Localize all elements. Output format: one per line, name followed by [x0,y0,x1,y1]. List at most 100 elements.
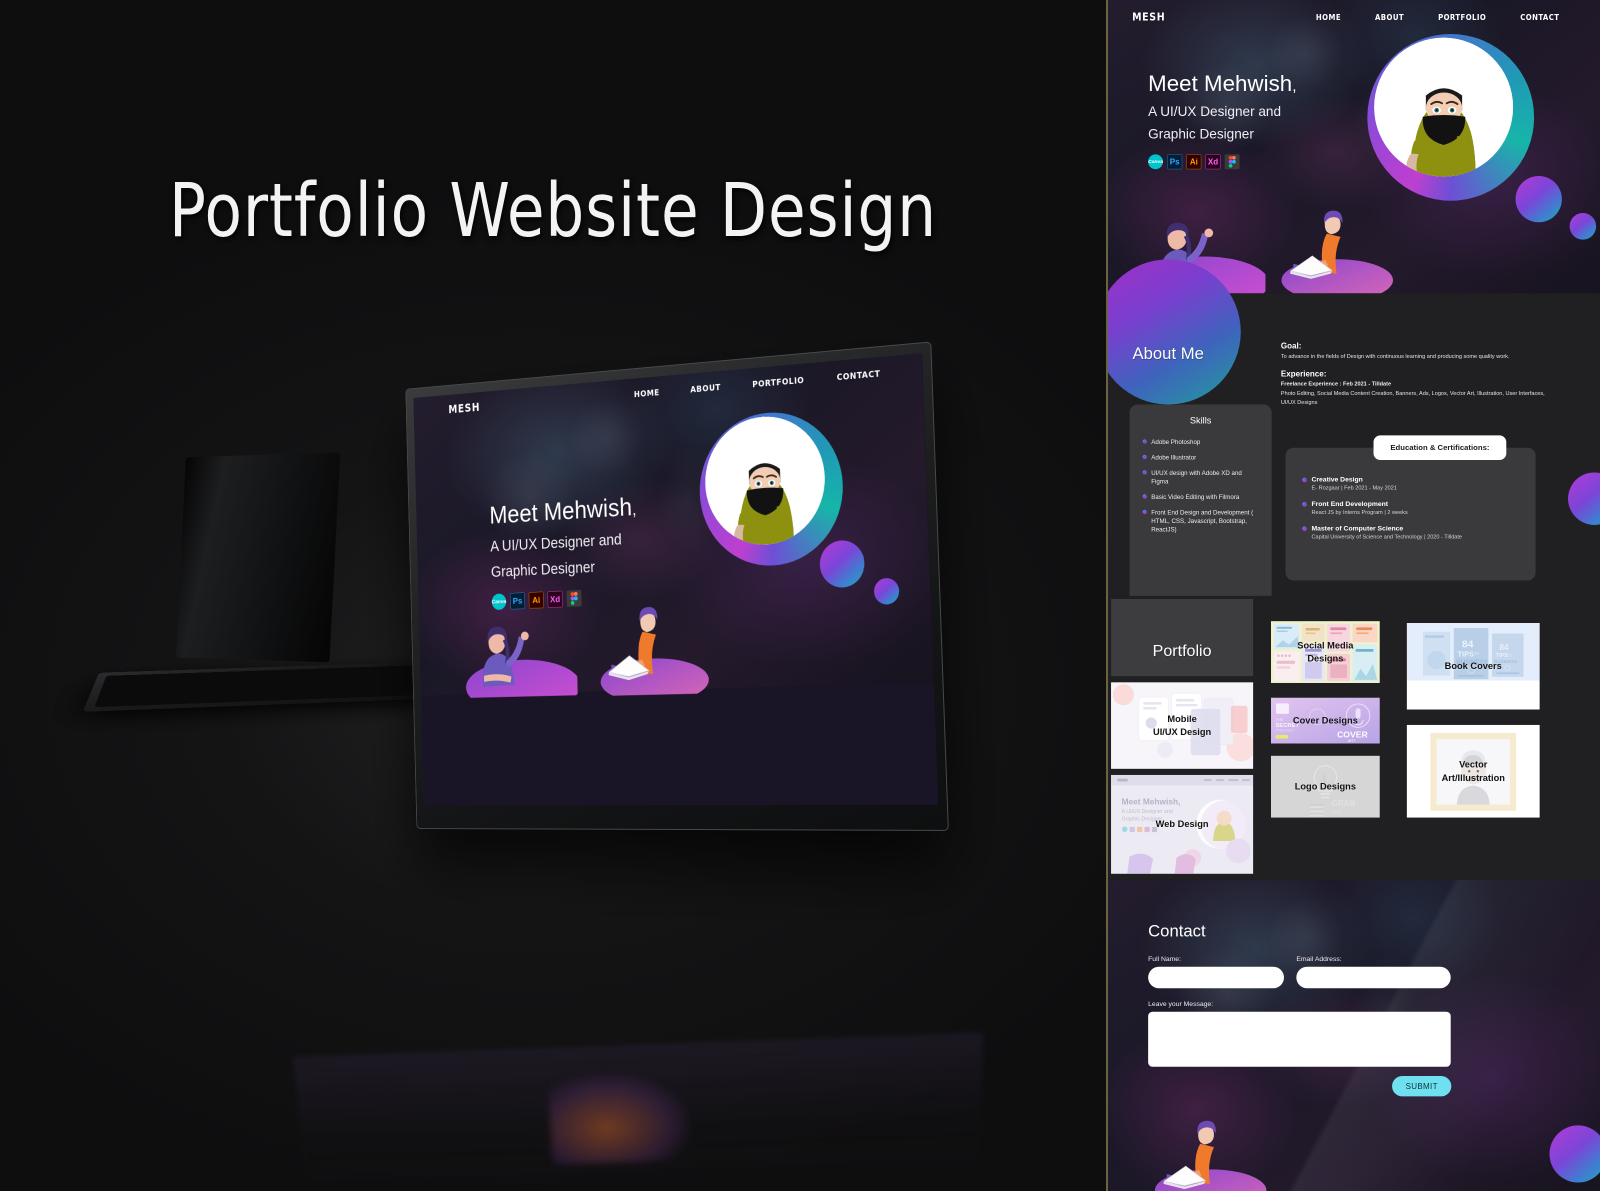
site-navbar-full: MESH HOME ABOUT PORTFOLIO CONTACT [1108,0,1600,34]
xd-icon-full[interactable]: Xd [1205,154,1221,170]
svg-text:Meet Mehwish,: Meet Mehwish, [1122,797,1181,807]
photoshop-icon-full[interactable]: Ps [1167,154,1183,170]
bullet-icon [1142,509,1147,515]
svg-text:THE: THE [1275,717,1283,722]
portfolio-heading-panel: Portfolio [1111,598,1254,677]
illustration-woman-laptop [600,606,710,697]
skill-label: UI/UX design with Adobe XD and Figma [1151,469,1242,486]
education-title-2: Master of Computer Science [1311,524,1404,532]
portfolio-card-caption: Web Design [1156,818,1209,831]
nav-link-portfolio-full[interactable]: PORTFOLIO [1438,13,1486,22]
svg-text:TO: TO [1508,653,1513,657]
portfolio-card-caption: Mobile UI/UX Design [1153,712,1211,739]
nav-link-home[interactable]: HOME [634,387,660,399]
nav-link-contact[interactable]: CONTACT [837,368,881,382]
skill-label: Basic Video Editing with Filmora [1151,493,1240,501]
caption-line-1: Vector [1459,759,1488,770]
full-name-value [1148,967,1284,981]
portfolio-card-cover-designs[interactable]: THE SECRET PODCAST COVER ART Cover Desig… [1271,697,1380,744]
skills-card: Skills Adobe Photoshop Adobe Illustrator… [1129,404,1272,609]
svg-text:TIPS: TIPS [1496,653,1509,659]
caption-line-2: Art/Illustration [1441,772,1505,783]
full-page-mockup: MESH HOME ABOUT PORTFOLIO CONTACT Meet M… [1106,0,1600,1191]
decor-blob-contact [1549,1125,1600,1183]
illustration-woman-cheering [465,626,578,699]
nav-link-contact-full[interactable]: CONTACT [1520,13,1559,22]
education-title-0: Creative Design [1311,475,1363,484]
caption-line-1: Social Media [1297,640,1354,651]
portfolio-card-caption: Vector Art/Illustration [1442,758,1505,785]
education-detail-0: E- Rozgaar | Feb 2021 - May 2021 [1311,484,1397,491]
experience-role: Freelance Experience : Feb 2021 - Tillda… [1280,380,1392,387]
svg-text:ART: ART [1348,738,1356,743]
nav-links-full: HOME ABOUT PORTFOLIO CONTACT [1316,13,1578,22]
avatar-full [1374,37,1514,177]
illustrator-icon-full[interactable]: Ai [1186,154,1202,170]
portfolio-card-caption: Cover Designs [1293,714,1358,727]
nav-link-portfolio[interactable]: PORTFOLIO [752,374,804,389]
section-contact: Contact Full Name: Email Address: Leave … [1108,879,1600,1191]
skill-label: Adobe Illustrator [1151,454,1197,461]
submit-button[interactable]: SUBMIT [1392,1075,1452,1097]
skill-label: Adobe Photoshop [1151,438,1201,446]
screen-site-hero: MESH HOME ABOUT PORTFOLIO CONTACT Meet M… [413,353,934,699]
svg-text:84: 84 [1499,643,1508,652]
full-name-label: Full Name: [1148,954,1181,963]
svg-text:GRAB: GRAB [1332,799,1356,808]
message-field[interactable] [1148,1011,1451,1067]
bullet-icon [1302,477,1307,483]
hero-heading-comma-full: , [1292,77,1297,95]
hero-heading-text-full: Meet Mehwish [1148,71,1293,97]
bullet-icon [1142,494,1147,499]
list-item: Creative Design E- Rozgaar | Feb 2021 - … [1302,475,1517,491]
list-item: UI/UX design with Adobe XD and Figma [1142,469,1259,486]
portfolio-card-logo-designs[interactable]: GRAB Inc Logo Designs [1271,755,1380,818]
education-title-1: Front End Development [1311,499,1389,508]
email-value [1296,967,1450,981]
svg-text:A UI/UX Designer and: A UI/UX Designer and [1122,809,1173,815]
decor-blob-large-full [1515,175,1562,223]
svg-text:PODCAST: PODCAST [1275,728,1295,733]
hero-subline-2: Graphic Designer [490,558,596,581]
caption-line-2: UI/UX Design [1153,727,1212,738]
list-item: Adobe Illustrator [1142,453,1259,462]
education-card: Creative Design E- Rozgaar | Feb 2021 - … [1285,447,1536,581]
caption-line-1: Logo Designs [1294,781,1356,792]
figma-icon-full[interactable] [1224,154,1240,170]
svg-text:TO: TO [1474,652,1479,656]
email-field[interactable] [1296,966,1451,989]
skill-label: Front End Design and Development ( HTML,… [1151,509,1254,534]
full-name-field[interactable] [1148,966,1284,989]
list-item: Master of Computer Science Capital Unive… [1302,524,1517,540]
monitor-mockup: MESH HOME ABOUT PORTFOLIO CONTACT Meet M… [405,341,949,831]
portfolio-card-vector-art[interactable]: Vector Art/Illustration [1406,724,1540,818]
nav-link-home-full[interactable]: HOME [1316,13,1341,22]
decor-blob-small-full [1569,213,1597,240]
nav-link-about[interactable]: ABOUT [690,382,721,395]
portfolio-card-social-media[interactable]: Social Media Designs [1271,621,1380,683]
nav-link-about-full[interactable]: ABOUT [1375,13,1404,22]
canva-icon-full[interactable]: Canva [1148,154,1163,170]
experience-label: Experience: [1280,369,1327,379]
portfolio-card-book-covers[interactable]: 84 TIPS TO BUSINESS 84 TIPS TO BUSINESS [1406,623,1540,710]
portfolio-card-caption: Book Covers [1445,660,1502,673]
contact-title: Contact [1148,921,1206,941]
goal-text: To advance in the fields of Design with … [1280,353,1510,360]
tool-icons-full: Canva Ps Ai Xd [1148,154,1296,170]
svg-text:TIPS: TIPS [1458,649,1475,658]
monitor-screen: MESH HOME ABOUT PORTFOLIO CONTACT Meet M… [413,353,939,806]
brand-logo-full[interactable]: MESH [1132,11,1165,23]
bullet-icon [1142,439,1147,444]
bullet-icon [1302,502,1307,507]
portfolio-card-mobile-ui[interactable]: Mobile UI/UX Design [1111,682,1254,769]
bullet-icon [1142,470,1147,475]
decor-blob-about [1568,472,1600,525]
hero-subline-1-full: A UI/UX Designer and [1148,103,1282,119]
hero-subline-1: A UI/UX Designer and [490,530,622,555]
list-item: Adobe Photoshop [1142,438,1259,447]
list-item: Front End Design and Development ( HTML,… [1142,508,1259,534]
hero-heading-full: Meet Mehwish, [1148,71,1296,96]
portfolio-card-web-design[interactable]: Meet Mehwish, A UI/UX Designer and Graph… [1111,774,1254,874]
brand-logo[interactable]: MESH [448,400,480,416]
page-title: Portfolio Website Design [169,168,937,254]
